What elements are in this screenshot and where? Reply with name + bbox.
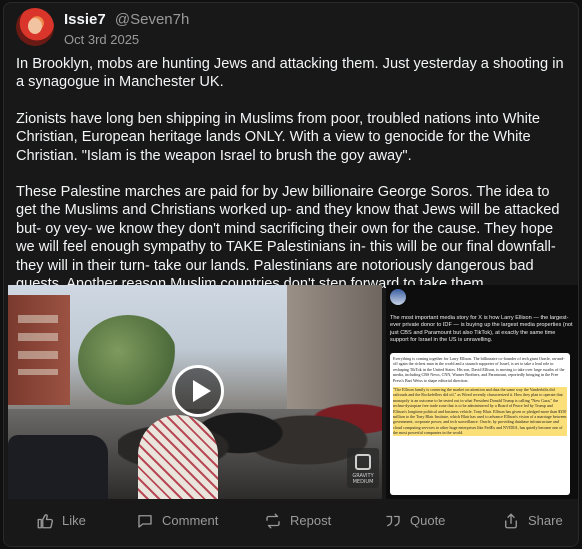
screenshot-article-paragraph: Everything is coming together for Larry …	[393, 356, 565, 383]
repost-button[interactable]: Repost	[264, 511, 331, 531]
screenshot-avatar	[390, 289, 406, 305]
screenshot-lead-text: The most important media story for X is …	[390, 315, 573, 344]
post-body: In Brooklyn, mobs are hunting Jews and a…	[16, 55, 568, 311]
share-button[interactable]: Share	[502, 511, 563, 531]
like-button[interactable]: Like	[36, 511, 86, 531]
share-label: Share	[528, 513, 563, 528]
quote-button[interactable]: Quote	[384, 511, 445, 531]
repost-label: Repost	[290, 513, 332, 528]
post-paragraph: In Brooklyn, mobs are hunting Jews and a…	[16, 56, 564, 91]
comment-button[interactable]: Comment	[136, 511, 218, 531]
profile-avatar[interactable]	[16, 8, 54, 46]
post-paragraph: These Palestine marches are paid for by …	[16, 184, 560, 292]
video-thumbnail[interactable]: GRAVITY MEDIUM	[8, 285, 382, 499]
screenshot-article-paragraph: "The Ellison family is cornering the mar…	[393, 387, 567, 436]
author-display-name[interactable]: Issie7	[64, 11, 106, 28]
share-icon	[505, 513, 517, 529]
author-line: Issie7 @Seven7h	[64, 11, 189, 28]
thumbs-up-icon	[37, 514, 53, 529]
repost-icon	[266, 513, 280, 529]
video-scene-building	[8, 295, 70, 405]
screenshot-image[interactable]: The most important media story for X is …	[386, 285, 578, 499]
like-label: Like	[62, 513, 86, 528]
author-handle[interactable]: @Seven7h	[115, 11, 189, 28]
watermark-logo: GRAVITY MEDIUM	[347, 448, 379, 488]
play-icon[interactable]	[172, 365, 224, 417]
quote-icon	[386, 515, 400, 527]
post-media: GRAVITY MEDIUM The most important media …	[8, 285, 578, 499]
action-bar: Like Comment Repost Quote Share	[4, 501, 578, 545]
post-paragraph: Zionists have long ben shipping in Musli…	[16, 110, 541, 164]
video-scene-car	[8, 435, 108, 499]
quote-label: Quote	[410, 513, 446, 528]
comment-icon	[138, 515, 152, 528]
comment-label: Comment	[162, 513, 219, 528]
video-scene-person	[138, 415, 218, 499]
watermark-text: GRAVITY MEDIUM	[352, 473, 374, 485]
post-card: Issie7 @Seven7h Oct 3rd 2025 In Brooklyn…	[3, 2, 579, 547]
screenshot-article-card: Everything is coming together for Larry …	[390, 353, 570, 495]
post-date: Oct 3rd 2025	[64, 32, 140, 47]
